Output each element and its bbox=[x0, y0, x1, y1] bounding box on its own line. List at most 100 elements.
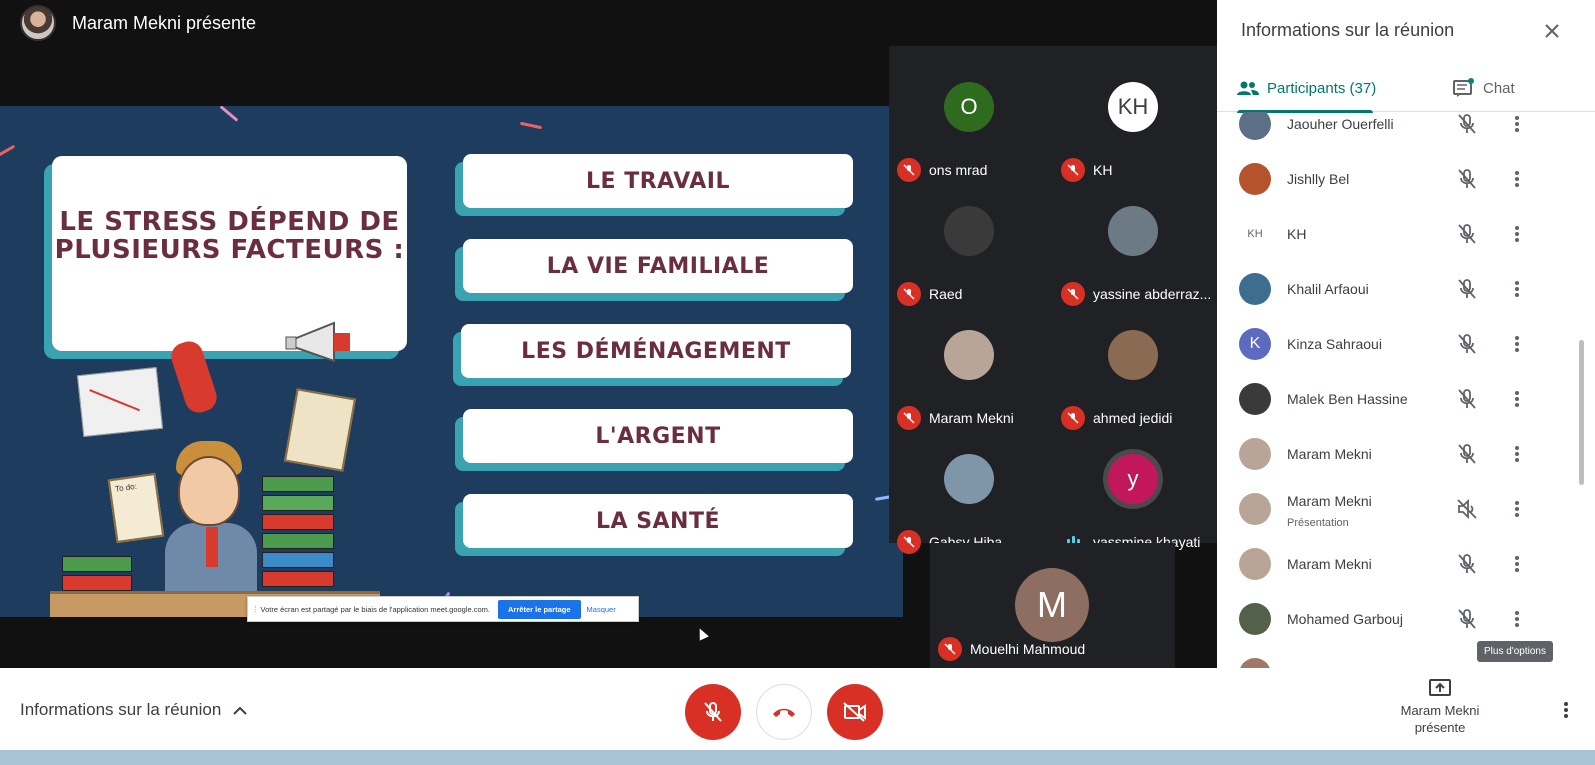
binder bbox=[262, 476, 334, 492]
chart-paper-icon bbox=[76, 366, 164, 438]
binder bbox=[262, 514, 334, 530]
factor-sante: LA SANTÉ bbox=[463, 494, 853, 548]
more-options-icon[interactable] bbox=[1505, 607, 1529, 631]
factor-travail: LE TRAVAIL bbox=[463, 154, 853, 208]
participant-name: Khalil Arfaoui bbox=[1287, 281, 1369, 297]
participant-name: KH bbox=[1287, 226, 1307, 242]
more-options-icon[interactable] bbox=[1505, 497, 1529, 521]
slide-title: LE STRESS DÉPEND DE PLUSIEURS FACTEURS : bbox=[54, 207, 405, 265]
participant-tile[interactable]: KH KH bbox=[1053, 66, 1217, 190]
participant-tile[interactable]: Maram Mekni bbox=[889, 314, 1053, 438]
panel-scrollbar[interactable] bbox=[1579, 340, 1584, 485]
binder bbox=[262, 571, 334, 587]
participant-name: Maram Mekni bbox=[1287, 446, 1372, 462]
participant-name: Mouelhi Mahmoud bbox=[970, 641, 1086, 657]
avatar: K bbox=[1239, 328, 1271, 360]
meeting-details-panel: Informations sur la réunion Participants… bbox=[1217, 0, 1595, 678]
drag-handle-icon[interactable]: ⁞ bbox=[254, 604, 257, 614]
more-options-icon[interactable] bbox=[1505, 112, 1529, 136]
binder bbox=[262, 533, 334, 549]
mic-off-icon bbox=[1061, 282, 1085, 306]
character-head bbox=[178, 456, 240, 526]
list-item[interactable]: KH KH bbox=[1217, 210, 1577, 265]
avatar bbox=[1239, 603, 1271, 635]
avatar bbox=[1108, 206, 1158, 256]
binder bbox=[62, 556, 132, 572]
megaphone-icon bbox=[285, 321, 350, 363]
tab-chat-label: Chat bbox=[1483, 79, 1515, 97]
avatar: KH bbox=[1108, 82, 1158, 132]
confetti bbox=[0, 144, 16, 159]
meeting-info-button[interactable]: Informations sur la réunion bbox=[20, 700, 247, 720]
microphone-toggle-button[interactable] bbox=[685, 684, 741, 740]
more-options-tooltip: Plus d'options bbox=[1477, 641, 1553, 662]
list-item[interactable]: Maram Mekni bbox=[1217, 430, 1577, 485]
chat-icon bbox=[1453, 78, 1474, 97]
avatar: M bbox=[1015, 568, 1089, 642]
avatar bbox=[1239, 163, 1271, 195]
stop-sharing-button[interactable]: Arrêter le partage bbox=[498, 599, 581, 619]
list-item[interactable]: K Kinza Sahraoui bbox=[1217, 320, 1577, 375]
mic-off-icon bbox=[1458, 169, 1476, 189]
presenting-label-line1: Maram Mekni bbox=[1400, 703, 1480, 718]
participant-name: Raed bbox=[929, 286, 963, 302]
participant-name: Maram Mekni bbox=[929, 410, 1014, 426]
list-item[interactable]: Khalil Arfaoui bbox=[1217, 265, 1577, 320]
presenting-status-button[interactable]: Maram Mekni présente bbox=[1390, 678, 1490, 736]
more-options-icon[interactable] bbox=[1505, 387, 1529, 411]
participant-tile[interactable]: O ons mrad bbox=[889, 66, 1053, 190]
participant-tile[interactable]: yassine abderraz... bbox=[1053, 190, 1217, 314]
binder bbox=[262, 552, 334, 568]
tab-chat[interactable]: Chat bbox=[1453, 64, 1515, 112]
participant-name: KH bbox=[1093, 162, 1113, 178]
participant-name: Kinza Sahraoui bbox=[1287, 336, 1382, 352]
mic-off-icon bbox=[897, 282, 921, 306]
tab-participants-label: Participants (37) bbox=[1267, 79, 1377, 97]
binder bbox=[62, 575, 132, 591]
binder bbox=[262, 495, 334, 511]
list-item[interactable]: Jaouher Ouerfelli bbox=[1217, 112, 1577, 155]
participant-tile-large[interactable]: M Mouelhi Mahmoud bbox=[930, 543, 1175, 668]
mic-off-icon bbox=[897, 158, 921, 182]
more-options-icon[interactable] bbox=[1554, 698, 1578, 722]
factor-vie-familiale: LA VIE FAMILIALE bbox=[463, 239, 853, 293]
list-item[interactable]: Malek Ben Hassine bbox=[1217, 375, 1577, 430]
more-options-icon[interactable] bbox=[1505, 167, 1529, 191]
more-options-icon[interactable] bbox=[1505, 552, 1529, 576]
more-options-icon[interactable] bbox=[1505, 277, 1529, 301]
participant-list: Jaouher Ouerfelli Jishlly Bel KH KH Khal… bbox=[1217, 112, 1577, 678]
binder-stack bbox=[262, 476, 334, 606]
hide-notice-button[interactable]: Masquer bbox=[587, 605, 616, 614]
mic-off-icon bbox=[1458, 334, 1476, 354]
mic-off-icon bbox=[1458, 279, 1476, 299]
todo-list: To do: bbox=[107, 472, 165, 544]
present-screen-icon bbox=[1429, 679, 1451, 696]
participant-tile[interactable]: Raed bbox=[889, 190, 1053, 314]
avatar bbox=[1239, 493, 1271, 525]
todo-label: To do: bbox=[114, 481, 138, 494]
mic-off-icon bbox=[1458, 444, 1476, 464]
more-options-icon[interactable] bbox=[1505, 332, 1529, 356]
chevron-up-icon bbox=[233, 706, 247, 715]
participant-grid: O ons mrad KH KH Raed yassine abderraz..… bbox=[889, 46, 1217, 554]
camera-toggle-button[interactable] bbox=[827, 684, 883, 740]
meet-window: Maram Mekni présente LE STRESS DÉPEND DE… bbox=[0, 0, 1595, 765]
people-icon bbox=[1237, 81, 1259, 95]
top-bar: Maram Mekni présente bbox=[0, 0, 1237, 46]
participant-role: Présentation bbox=[1287, 517, 1349, 529]
list-item[interactable]: Maram Mekni bbox=[1217, 540, 1577, 595]
shared-screen: LE STRESS DÉPEND DE PLUSIEURS FACTEURS :… bbox=[0, 46, 903, 678]
mic-off-icon bbox=[897, 406, 921, 430]
close-icon[interactable] bbox=[1539, 18, 1565, 44]
leave-call-button[interactable] bbox=[756, 684, 812, 740]
screen-share-notice: ⁞ Votre écran est partagé par le biais d… bbox=[247, 596, 639, 622]
list-item[interactable]: Maram Mekni Présentation bbox=[1217, 485, 1577, 540]
meeting-info-label: Informations sur la réunion bbox=[20, 700, 222, 719]
participant-name: Maram Mekni bbox=[1287, 493, 1372, 509]
list-item[interactable]: Jishlly Bel bbox=[1217, 155, 1577, 210]
more-options-icon[interactable] bbox=[1505, 222, 1529, 246]
tab-participants[interactable]: Participants (37) bbox=[1237, 64, 1377, 113]
participant-name: yassine abderraz... bbox=[1093, 286, 1212, 302]
participant-tile[interactable]: ahmed jedidi bbox=[1053, 314, 1217, 438]
more-options-icon[interactable] bbox=[1505, 442, 1529, 466]
